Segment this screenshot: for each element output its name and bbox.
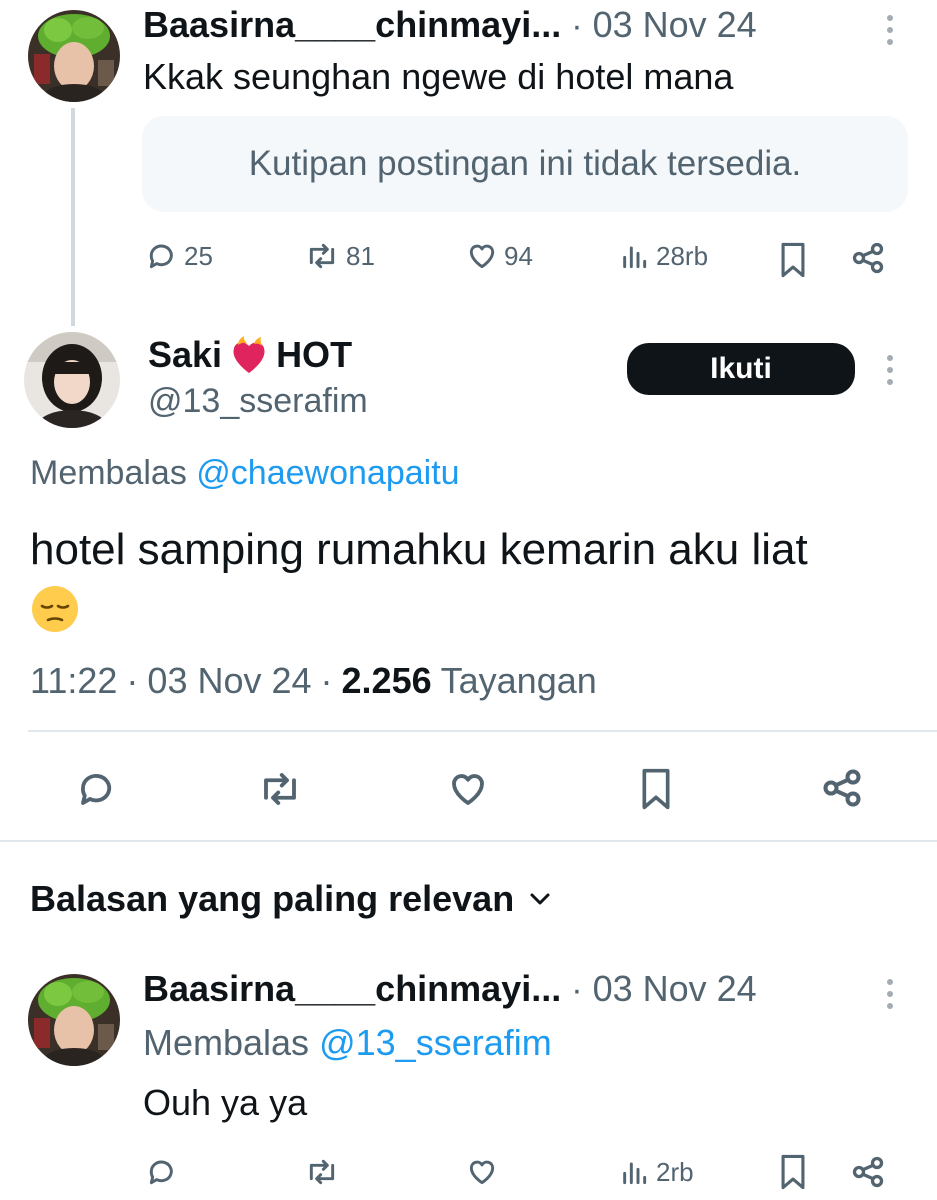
main-tweet-divider [28,730,937,732]
main-tweet-sep1: · [126,660,139,701]
pensive-face-emoji [30,584,80,634]
bookmark-icon [776,1152,810,1192]
main-author-name-suffix: HOT [276,334,353,375]
main-reply-button[interactable] [76,768,118,810]
replies-sort-label: Balasan yang paling relevan [30,878,515,919]
tweet1-like-button[interactable]: 94 [466,240,533,272]
reply1-text: Ouh ya ya [143,1082,308,1123]
reply1-replying-to-handle[interactable]: @13_sserafim [319,1022,552,1063]
reply1-date[interactable]: 03 Nov 24 [593,968,757,1010]
tweet1-author-name[interactable]: Baasirna____chinmayi... [143,4,561,46]
reply1-author-name[interactable]: Baasirna____chinmayi... [143,968,561,1010]
repost-icon [304,1156,340,1188]
bookmark-icon [636,764,676,814]
main-author-handle[interactable]: @13_sserafim [148,382,368,421]
main-share-button[interactable] [820,766,864,810]
main-tweet-views-count: 2.256 [341,660,432,701]
tweet1-views-count: 28rb [656,240,709,271]
reply1-views-button[interactable]: 2rb [618,1156,694,1188]
tweet1-repost-button[interactable]: 81 [304,240,375,272]
tweet1-share-button[interactable] [850,240,886,276]
tweet1-date[interactable]: 03 Nov 24 [593,4,757,46]
main-tweet-text: hotel samping rumahku kemarin aku liat [30,525,808,574]
chevron-down-icon [528,891,552,907]
share-icon [850,240,886,276]
main-tweet-sep2: · [320,660,333,701]
main-tweet-views-label: Tayangan [440,660,597,701]
reply1-header: Baasirna____chinmayi... · 03 Nov 24 [143,968,863,1012]
repost-icon [304,240,340,272]
repost-icon [256,768,304,810]
reply1-share-button[interactable] [850,1154,886,1190]
quote-unavailable-box: Kutipan postingan ini tidak tersedia. [142,116,908,212]
reply-icon [76,768,118,810]
reply1-more-icon[interactable] [880,976,900,1012]
reply1-like-button[interactable] [466,1156,498,1188]
main-tweet-time[interactable]: 11:22 [30,660,117,702]
main-author-name: Saki [148,334,223,375]
main-repost-button[interactable] [256,768,304,810]
tweet1-reply-button[interactable]: 25 [146,240,213,272]
avatar-baasirna-reply[interactable] [28,974,120,1066]
reply1-replying-to: Membalas @13_sserafim [143,1022,552,1064]
main-more-icon[interactable] [880,352,900,388]
heart-on-fire-icon [228,335,270,375]
reply1-views-count: 2rb [656,1156,694,1187]
tweet1-more-icon[interactable] [880,12,900,48]
reply1-bookmark-button[interactable] [776,1152,810,1192]
replies-sort-dropdown[interactable]: Balasan yang paling relevan [30,878,552,920]
views-icon [618,1156,650,1188]
reply1-replying-to-prefix: Membalas [143,1022,310,1063]
follow-button[interactable]: Ikuti [627,343,855,395]
thread-line [71,108,75,326]
reply-icon [146,240,178,272]
main-replying-to: Membalas @chaewonapaitu [30,454,460,493]
tweet1-reply-count: 25 [184,240,213,271]
main-replying-to-handle[interactable]: @chaewonapaitu [196,454,459,492]
tweet1-bookmark-button[interactable] [776,240,810,280]
reply1-reply-button[interactable] [146,1156,178,1188]
quote-unavailable-text: Kutipan postingan ini tidak tersedia. [248,144,802,183]
share-icon [820,766,864,810]
reply1-repost-button[interactable] [304,1156,340,1188]
like-icon [466,1156,498,1188]
bookmark-icon [776,240,810,280]
avatar-baasirna[interactable] [28,10,120,102]
tweet1-views-button[interactable]: 28rb [618,240,708,272]
tweet1-repost-count: 81 [346,240,375,271]
like-icon [446,768,490,810]
share-icon [850,1154,886,1190]
main-bookmark-button[interactable] [636,764,676,814]
main-tweet-meta: 11:22 · 03 Nov 24 · 2.256 Tayangan [30,660,597,702]
avatar-saki[interactable] [24,332,120,428]
views-icon [618,240,650,272]
tweet1-like-count: 94 [504,240,533,271]
main-like-button[interactable] [446,768,490,810]
main-tweet-date[interactable]: 03 Nov 24 [147,660,311,702]
reply-icon [146,1156,178,1188]
tweet1-text: Kkak seunghan ngewe di hotel mana [143,56,734,97]
like-icon [466,240,498,272]
main-replying-to-prefix: Membalas [30,454,187,492]
tweet1-separator: · [571,7,583,45]
actions-divider [0,840,937,842]
tweet1-header: Baasirna____chinmayi... · 03 Nov 24 [143,4,863,48]
reply1-separator: · [571,971,583,1009]
main-author-name-row[interactable]: Saki HOT [148,334,352,376]
